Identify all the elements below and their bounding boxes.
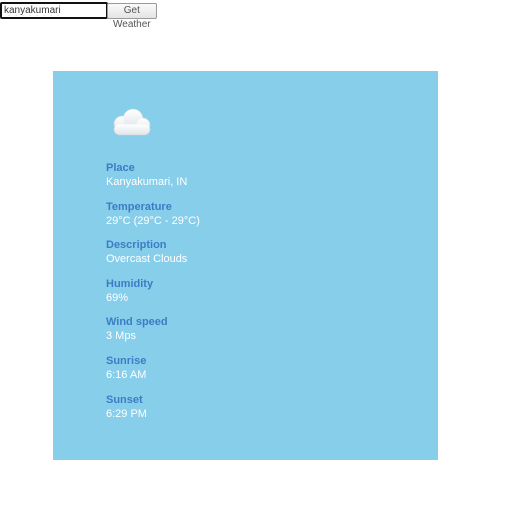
wind-speed-row: Wind speed 3 Mps (106, 315, 200, 354)
place-label: Place (106, 162, 135, 174)
place-row: Place Kanyakumari, IN (106, 161, 200, 200)
sunrise-row: Sunrise 6:16 AM (106, 354, 200, 393)
city-input[interactable] (0, 2, 108, 19)
weather-details: Place Kanyakumari, IN Temperature 29°C (… (106, 161, 200, 431)
temperature-label: Temperature (106, 200, 172, 213)
cloud-icon (113, 108, 151, 136)
sunset-value: 6:29 PM (106, 407, 147, 420)
wind-speed-label: Wind speed (106, 316, 168, 329)
sunrise-value: 6:16 AM (106, 368, 147, 381)
sunset-row: Sunset 6:29 PM (106, 393, 200, 432)
weather-card: Place Kanyakumari, IN Temperature 29°C (… (53, 71, 438, 460)
sunrise-label: Sunrise (106, 354, 147, 367)
humidity-value: 69% (106, 291, 129, 304)
temperature-value: 29°C (29°C - 29°C) (106, 214, 200, 227)
wind-speed-value: 3 Mps (106, 330, 136, 343)
humidity-row: Humidity 69% (106, 277, 200, 316)
sunset-label: Sunset (106, 393, 143, 406)
get-weather-button[interactable]: Get Weather (107, 3, 157, 30)
humidity-label: Humidity (106, 277, 154, 290)
description-label: Description (106, 239, 167, 252)
temperature-row: Temperature 29°C (29°C - 29°C) (106, 200, 200, 239)
description-row: Description Overcast Clouds (106, 238, 200, 277)
description-value: Overcast Clouds (106, 253, 188, 266)
place-value: Kanyakumari, IN (106, 176, 188, 188)
